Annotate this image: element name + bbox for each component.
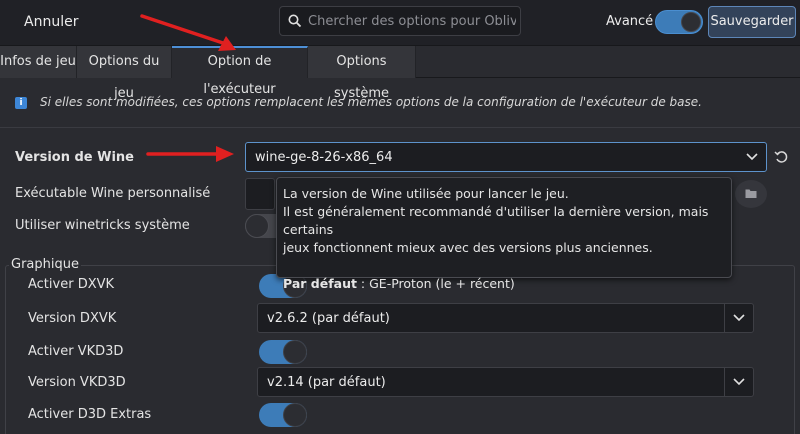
tooltip-line: La version de Wine utilisée pour lancer … (283, 186, 569, 201)
search-icon (288, 14, 302, 28)
tooltip-default-line: Par défaut : GE-Proton (le + récent) (283, 275, 725, 293)
search-box[interactable] (279, 6, 521, 36)
vkd3d-enable-label: Activer VKD3D (28, 344, 124, 359)
dxvk-version-value: v2.6.2 (par défaut) (267, 311, 390, 326)
info-banner: i Si elles sont modifiées, ces options r… (0, 78, 800, 128)
vkd3d-version-select[interactable]: v2.14 (par défaut) (257, 367, 754, 397)
header-bar: Annuler Avancé Sauvegarder (0, 0, 800, 46)
wine-version-label: Version de Wine (15, 150, 134, 165)
folder-icon (745, 189, 757, 198)
save-button[interactable]: Sauvegarder (708, 6, 796, 38)
d3d-extras-toggle[interactable] (259, 403, 307, 427)
tooltip-default-value: : GE-Proton (le + récent) (356, 276, 515, 291)
wine-version-tooltip: La version de Wine utilisée pour lancer … (276, 177, 732, 291)
graphics-group-title: Graphique (9, 257, 81, 272)
winetricks-label: Utiliser winetricks système (15, 218, 190, 233)
wine-version-select[interactable]: wine-ge-8-26-x86_64 (245, 142, 767, 172)
custom-exe-field[interactable] (245, 178, 275, 210)
search-input[interactable] (308, 7, 516, 35)
dxvk-version-select[interactable]: v2.6.2 (par défaut) (257, 303, 754, 333)
annotation-arrow-icon (146, 146, 234, 162)
wine-version-value: wine-ge-8-26-x86_64 (255, 150, 393, 165)
info-text: Si elles sont modifiées, ces options rem… (40, 95, 702, 109)
browse-button[interactable] (735, 180, 767, 208)
tooltip-default-label: Par défaut (283, 276, 357, 291)
vkd3d-toggle[interactable] (259, 340, 307, 364)
tooltip-line: Il est généralement recommandé d'utilise… (283, 204, 709, 237)
reset-icon[interactable] (774, 150, 788, 164)
cancel-button[interactable]: Annuler (8, 6, 94, 38)
tab-bar: Infos de jeu Options du jeu Option de l'… (0, 46, 800, 101)
advanced-toggle[interactable] (655, 10, 703, 34)
tab-game-info[interactable]: Infos de jeu (0, 46, 77, 78)
chevron-down-icon (733, 378, 745, 386)
tooltip-line: jeux fonctionnent mieux avec des version… (283, 240, 653, 255)
tab-system-options[interactable]: Options système (308, 46, 416, 101)
info-icon: i (15, 97, 27, 109)
vkd3d-version-label: Version VKD3D (28, 375, 126, 390)
chevron-down-icon (746, 153, 758, 161)
chevron-down-icon (733, 314, 745, 322)
dxvk-enable-label: Activer DXVK (28, 277, 115, 292)
custom-exe-label: Exécutable Wine personnalisé (15, 186, 211, 201)
vkd3d-version-value: v2.14 (par défaut) (267, 375, 386, 390)
annotation-arrow-icon (140, 14, 236, 51)
d3d-extras-label: Activer D3D Extras (28, 407, 152, 422)
advanced-label: Avancé (606, 14, 654, 29)
dxvk-version-label: Version DXVK (28, 311, 117, 326)
